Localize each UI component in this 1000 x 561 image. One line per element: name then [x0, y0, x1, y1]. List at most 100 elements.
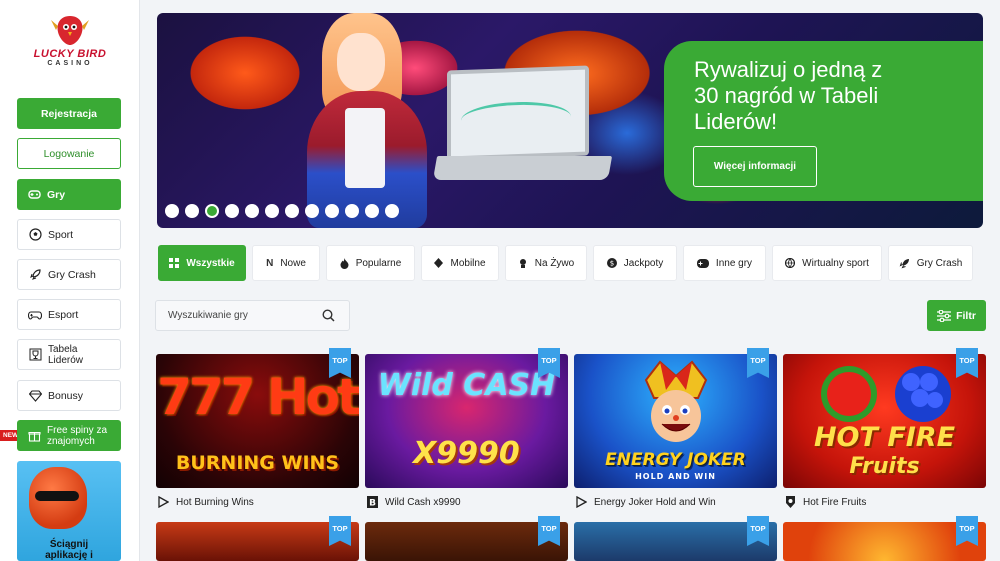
- game-card[interactable]: [783, 522, 986, 561]
- slider-dot[interactable]: [285, 204, 299, 218]
- gift-icon: [27, 429, 41, 443]
- slider-dot[interactable]: [385, 204, 399, 218]
- svg-text:$: $: [610, 260, 614, 268]
- game-card[interactable]: [365, 522, 568, 561]
- slider-dot[interactable]: [205, 204, 219, 218]
- sidebar-item-sport[interactable]: Sport: [17, 219, 121, 250]
- laptop-base-image: [432, 156, 613, 180]
- more-info-button[interactable]: Więcej informacji: [693, 146, 817, 187]
- search-input[interactable]: [156, 301, 306, 330]
- game-title[interactable]: Hot Fire Fruits: [784, 495, 866, 509]
- gamepad-icon: [696, 258, 709, 268]
- tab-mobile[interactable]: Mobilne: [421, 245, 499, 281]
- alice-apron-image: [345, 108, 385, 188]
- game-title[interactable]: B Wild Cash x9990: [366, 495, 461, 509]
- soccer-ball-icon: [28, 228, 42, 242]
- game-card-wild-cash[interactable]: Wild CASH X9990: [365, 354, 568, 488]
- game-card-hot-fire-fruits[interactable]: HOT FIRE Fruits: [783, 354, 986, 488]
- fruits-image: [821, 366, 951, 422]
- tab-label: Nowe: [280, 257, 306, 269]
- promo-text: Ściągnij aplikację i: [45, 539, 93, 561]
- filter-label: Filtr: [956, 309, 976, 322]
- diamond-icon: [28, 389, 42, 403]
- app-download-promo[interactable]: Ściągnij aplikację i: [17, 461, 121, 561]
- register-button[interactable]: Rejestracja: [17, 98, 121, 129]
- sliders-icon: [937, 309, 952, 322]
- dealer-icon: [518, 258, 528, 268]
- tab-label: Wszystkie: [186, 257, 235, 269]
- tab-live[interactable]: Na Żywo: [505, 245, 587, 281]
- flame-icon: [340, 257, 349, 269]
- sidebar-item-label: Gry: [47, 188, 66, 201]
- sidebar-item-label: Esport: [48, 308, 79, 321]
- slider-dots: [165, 204, 399, 218]
- slider-dot[interactable]: [265, 204, 279, 218]
- slider-dot[interactable]: [165, 204, 179, 218]
- tab-label: Popularne: [355, 257, 402, 269]
- tab-popular[interactable]: Popularne: [326, 245, 415, 281]
- tab-label: Mobilne: [450, 257, 486, 269]
- grid-icon: [169, 258, 180, 268]
- sidebar-item-label: Free spiny za znajomych: [47, 424, 108, 447]
- sunglasses-icon: [35, 491, 79, 501]
- play-provider-icon: [575, 496, 587, 508]
- sidebar-item-leaderboard[interactable]: Tabela Liderów: [17, 339, 121, 370]
- rocket-icon: [899, 258, 910, 269]
- tab-label: Inne gry: [715, 257, 753, 269]
- game-card-energy-joker[interactable]: ENERGY JOKER HOLD AND WIN: [574, 354, 777, 488]
- laptop-prize-image: [447, 65, 589, 161]
- game-title-text: Wild Cash x9990: [385, 496, 461, 508]
- tab-label: Na Żywo: [534, 257, 575, 269]
- b-provider-icon: B: [366, 496, 378, 508]
- tab-label: Jackpoty: [623, 257, 664, 269]
- slider-dot[interactable]: [185, 204, 199, 218]
- sidebar-item-esport[interactable]: Esport: [17, 299, 121, 330]
- play-provider-icon: [157, 496, 169, 508]
- filter-button[interactable]: Filtr: [927, 300, 986, 331]
- game-logo-line-2: BURNING WINS: [175, 452, 340, 474]
- sidebar-item-crash-games[interactable]: Gry Crash: [17, 259, 121, 290]
- slider-dot[interactable]: [345, 204, 359, 218]
- search-icon[interactable]: [322, 309, 335, 327]
- game-logo-line-2: Fruits: [849, 454, 920, 479]
- game-card[interactable]: [574, 522, 777, 561]
- sidebar: LUCKY BIRD CASINO Rejestracja Logowanie …: [0, 0, 140, 561]
- game-title[interactable]: Energy Joker Hold and Win: [575, 495, 716, 509]
- ball-icon: [785, 258, 796, 268]
- game-card-hot-burning-wins[interactable]: 777 Hot BURNING WINS: [156, 354, 359, 488]
- tab-virtual-sport[interactable]: Wirtualny sport: [772, 245, 882, 281]
- tab-new[interactable]: N Nowe: [252, 245, 320, 281]
- tab-crash-games[interactable]: Gry Crash: [888, 245, 973, 281]
- slider-dot[interactable]: [305, 204, 319, 218]
- tab-jackpots[interactable]: $ Jackpoty: [593, 245, 677, 281]
- tab-all[interactable]: Wszystkie: [158, 245, 246, 281]
- game-logo-line-1: HOT FIRE: [813, 422, 956, 453]
- logo[interactable]: LUCKY BIRD CASINO: [26, 12, 114, 82]
- tab-other-games[interactable]: Inne gry: [683, 245, 766, 281]
- hero-banner[interactable]: Rywalizuj o jedną z 30 nagród w Tabeli L…: [157, 13, 983, 228]
- sidebar-item-bonuses[interactable]: Bonusy: [17, 380, 121, 411]
- sidebar-item-label: Sport: [48, 228, 74, 241]
- slider-dot[interactable]: [325, 204, 339, 218]
- game-logo-line-2: HOLD AND WIN: [635, 472, 716, 481]
- slider-dot[interactable]: [245, 204, 259, 218]
- game-logo-line-2: X9990: [413, 436, 520, 471]
- game-card[interactable]: [156, 522, 359, 561]
- brand-line-2: CASINO: [47, 60, 93, 67]
- game-title-text: Energy Joker Hold and Win: [594, 496, 716, 508]
- coin-icon: $: [606, 258, 617, 268]
- alice-face-image: [337, 33, 385, 91]
- sidebar-item-games[interactable]: Gry: [17, 179, 121, 210]
- sidebar-item-label: Gry Crash: [48, 268, 96, 281]
- slider-dot[interactable]: [225, 204, 239, 218]
- game-title[interactable]: Hot Burning Wins: [157, 495, 254, 509]
- game-title-text: Hot Fire Fruits: [803, 496, 867, 508]
- joker-character-image: [644, 360, 708, 442]
- sidebar-item-free-spins[interactable]: Free spiny za znajomych: [17, 420, 121, 451]
- game-title-text: Hot Burning Wins: [176, 496, 254, 508]
- tab-label: Wirtualny sport: [802, 257, 869, 269]
- login-button[interactable]: Logowanie: [17, 138, 121, 169]
- game-search: [155, 300, 350, 331]
- slider-dot[interactable]: [365, 204, 379, 218]
- trophy-icon: [28, 348, 42, 362]
